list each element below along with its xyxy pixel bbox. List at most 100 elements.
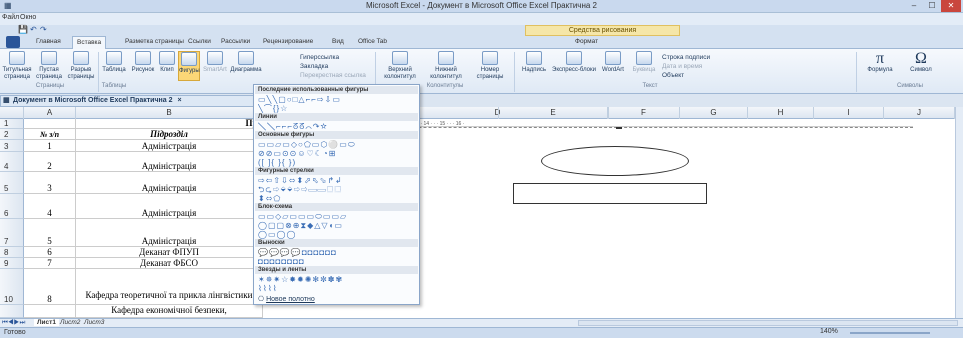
cell[interactable] xyxy=(24,305,76,318)
document-tab[interactable]: ▦ Документ в Microsoft Office Excel Прак… xyxy=(0,95,265,107)
row-header[interactable]: 6 xyxy=(0,194,24,219)
shape-row-recent[interactable]: ▭╲╲▢○□△⌐⌐⇨⇩▭ xyxy=(258,95,416,104)
office-button[interactable] xyxy=(6,36,20,48)
tab-page-layout[interactable]: Разметка страницы xyxy=(125,38,184,45)
ellipse-shape[interactable] xyxy=(541,146,689,176)
smartart-button[interactable]: SmartArt xyxy=(201,51,229,81)
cell[interactable]: Підрозділ xyxy=(76,129,263,140)
vertical-scrollbar[interactable] xyxy=(955,107,963,318)
row-header[interactable]: 4 xyxy=(0,152,24,172)
shape-row-flowchart-1[interactable]: ▭▭◇▱▭▭▭⬭▭▭▱ xyxy=(258,212,416,221)
undo-icon[interactable]: ↶ xyxy=(30,25,37,34)
shape-row-stars-1[interactable]: ✶✵✷☆✸✹✺✻✼✽✾ xyxy=(258,275,416,284)
zoom-slider[interactable] xyxy=(850,332,930,334)
hyperlink-button[interactable]: Гиперссылка xyxy=(300,53,366,62)
zoom-level[interactable]: 140% xyxy=(820,328,838,335)
header-button[interactable]: Верхний колонтитул xyxy=(378,51,422,81)
sheet-tab-2[interactable]: Лист2 xyxy=(60,319,80,326)
shape-row-callouts-1[interactable]: 💬💬💬💬◘◘◘◘◘◘ xyxy=(258,248,416,257)
shape-row-lines[interactable]: ╲╲⌐⌐⌐ᘔᘔ⌒↷☆ xyxy=(258,122,416,131)
cell[interactable]: 6 xyxy=(24,247,76,258)
cell[interactable]: Кафедра теоретичної та прикла лінгвістик… xyxy=(76,269,263,305)
shape-row-basic-2[interactable]: ⊘⊘▭⊙⊙☺♡☾◔⊞ xyxy=(258,149,416,158)
row-header[interactable]: 3 xyxy=(0,140,24,152)
menu-window[interactable]: Окно xyxy=(20,14,36,21)
cell[interactable]: Адміністрація xyxy=(76,194,263,219)
object-button[interactable]: Объект xyxy=(662,71,710,80)
row-header[interactable]: 7 xyxy=(0,219,24,247)
column-header[interactable]: A xyxy=(24,107,76,119)
equation-button[interactable]: π Формула xyxy=(860,51,900,81)
tab-references[interactable]: Ссылки xyxy=(188,38,211,45)
cover-page-button[interactable]: Титульная страница xyxy=(2,51,32,81)
column-header[interactable]: J xyxy=(884,107,955,119)
sheet-nav-arrows[interactable]: ⏮◀▶⏭ xyxy=(2,319,25,327)
row-header[interactable]: 1 xyxy=(0,119,24,129)
cell[interactable]: 2 xyxy=(24,152,76,172)
tab-insert[interactable]: Вставка xyxy=(72,36,107,49)
shape-row-flowchart-3[interactable]: ◯▭◯◯ xyxy=(258,230,416,239)
wordart-button[interactable]: WordArt xyxy=(598,51,628,81)
row-header[interactable]: 2 xyxy=(0,129,24,140)
shape-row-recent-2[interactable]: ╲⌒{}☆ xyxy=(258,104,416,113)
row-header[interactable]: 8 xyxy=(0,247,24,258)
date-time-button[interactable]: Дата и время xyxy=(662,62,710,71)
column-header[interactable]: E xyxy=(498,107,608,119)
shape-row-callouts-2[interactable]: ◘◘◘◘◘◘◘◘ xyxy=(258,257,416,266)
cell[interactable]: № з/п xyxy=(24,129,76,140)
tab-close-icon[interactable]: × xyxy=(177,97,181,104)
chart-button[interactable]: Диаграмма xyxy=(230,51,262,81)
cell[interactable]: 7 xyxy=(24,258,76,269)
column-header[interactable]: F xyxy=(608,107,680,119)
shape-row-arrows-2[interactable]: ⮌⮎⇨⬙⬙⇨⇨▭▭⬚⬚ xyxy=(258,185,416,194)
shapes-button[interactable]: Фигуры xyxy=(178,51,200,81)
cross-reference-button[interactable]: Перекрестная ссылка xyxy=(300,71,366,80)
row-header[interactable] xyxy=(0,305,24,318)
quick-parts-button[interactable]: Экспресс-блоки xyxy=(552,51,596,81)
cell[interactable]: 3 xyxy=(24,172,76,194)
column-header[interactable]: H xyxy=(748,107,814,119)
shape-row-arrows-1[interactable]: ⇨⇦⇧⇩⬄⬍⬀⬁⬂↱↲ xyxy=(258,176,416,185)
footer-button[interactable]: Нижний колонтитул xyxy=(424,51,468,81)
tab-home[interactable]: Главная xyxy=(36,38,61,45)
cell[interactable]: Адміністрація xyxy=(76,152,263,172)
cell[interactable]: 1 xyxy=(24,140,76,152)
column-header[interactable]: G xyxy=(680,107,748,119)
menu-file[interactable]: Файл xyxy=(2,14,19,21)
cell[interactable]: Адміністрація xyxy=(76,140,263,152)
shape-row-basic-3[interactable]: ([ ]{ }{ }) xyxy=(258,158,416,167)
blank-page-button[interactable]: Пустая страница xyxy=(34,51,64,81)
tab-view[interactable]: Вид xyxy=(332,38,344,45)
textbox-button[interactable]: Надпись xyxy=(518,51,550,81)
sheet-tab-3[interactable]: Лист3 xyxy=(84,319,104,326)
shape-row-arrows-3[interactable]: ⬍⬄⬠ xyxy=(258,194,416,203)
signature-line-button[interactable]: Строка подписи xyxy=(662,53,710,62)
column-header[interactable]: B xyxy=(76,107,263,119)
cell[interactable]: 4 xyxy=(24,194,76,219)
row-header[interactable]: 5 xyxy=(0,172,24,194)
cell[interactable]: 5 xyxy=(24,219,76,247)
tab-format[interactable]: Формат xyxy=(575,38,598,45)
select-all-corner[interactable] xyxy=(0,107,24,119)
cell[interactable]: Деканат ФПУП xyxy=(76,247,263,258)
cell[interactable]: Кафедра економічної безпеки, xyxy=(76,305,263,318)
dropcap-button[interactable]: Буквица xyxy=(630,51,658,81)
maximize-button[interactable]: ☐ xyxy=(923,0,941,12)
table-button[interactable]: Таблица xyxy=(100,51,128,81)
sheet-tab-1[interactable]: Лист1 xyxy=(34,319,59,326)
shape-row-stars-2[interactable]: ⌇⌇⌇⌇ xyxy=(258,284,416,293)
row-header[interactable]: 10 xyxy=(0,269,24,305)
row-header[interactable]: 9 xyxy=(0,258,24,269)
close-button[interactable]: ✕ xyxy=(941,0,961,12)
new-canvas-item[interactable]: ⎔ Новое полотно xyxy=(258,295,315,303)
cell[interactable]: 8 xyxy=(24,269,76,305)
redo-icon[interactable]: ↷ xyxy=(40,25,47,34)
shape-row-flowchart-2[interactable]: ◯▢▢⊗⊕⧗◆△▽◖▭ xyxy=(258,221,416,230)
symbol-button[interactable]: Ω Символ xyxy=(902,51,940,81)
cell[interactable]: Пра xyxy=(76,118,263,129)
rectangle-shape[interactable] xyxy=(513,183,707,204)
minimize-button[interactable]: – xyxy=(905,0,923,12)
tab-office-tab[interactable]: Office Tab xyxy=(358,38,387,45)
page-number-button[interactable]: Номер страницы xyxy=(470,51,510,81)
horizontal-scrollbar[interactable] xyxy=(578,320,958,326)
